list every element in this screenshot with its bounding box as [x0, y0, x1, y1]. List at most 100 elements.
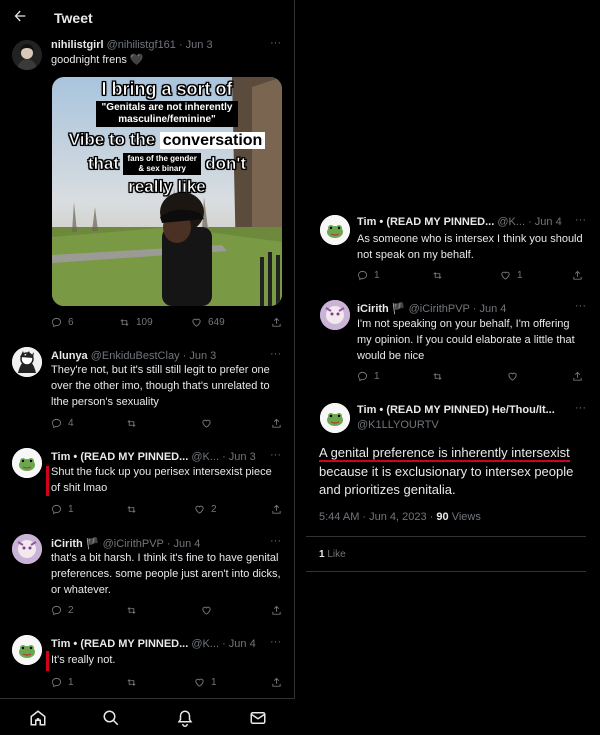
- tweet-actions: 1 2: [51, 504, 283, 518]
- tweet-text-line2: because it is exclusionary to intersex p…: [319, 464, 574, 479]
- tweet-actions: 1 1: [357, 270, 586, 284]
- like-button[interactable]: 1: [194, 677, 217, 688]
- share-button[interactable]: [271, 677, 282, 688]
- avatar[interactable]: [320, 215, 350, 245]
- meme-caption-line4b: fans of the gender: [127, 154, 197, 163]
- handle-date[interactable]: @K... · Jun 4: [497, 216, 561, 228]
- more-icon[interactable]: ···: [575, 402, 586, 414]
- avatar[interactable]: [12, 635, 42, 665]
- arrow-left-icon[interactable]: [12, 8, 28, 29]
- timestamp[interactable]: 5:44 AM · Jun 4, 2023 ·: [319, 511, 436, 523]
- more-icon[interactable]: ···: [575, 300, 586, 312]
- display-name[interactable]: Tim • (READ MY PINNED...: [51, 451, 188, 463]
- share-button[interactable]: [271, 605, 282, 616]
- display-name[interactable]: Tim • (READ MY PINNED...: [51, 638, 188, 650]
- more-icon[interactable]: ···: [270, 449, 281, 461]
- share-button[interactable]: [572, 371, 583, 382]
- flag-icon: 🏴: [85, 538, 100, 550]
- handle-date[interactable]: @K... · Jun 4: [191, 638, 255, 650]
- messages-icon[interactable]: [249, 709, 267, 727]
- meme-caption-line2b: masculine/feminine": [118, 114, 216, 125]
- share-button[interactable]: [271, 317, 282, 328]
- home-icon[interactable]: [29, 709, 47, 727]
- flag-icon: 🏴: [391, 303, 406, 315]
- handle-date[interactable]: @iCirithPVP · Jun 4: [103, 538, 201, 550]
- retweet-button[interactable]: [126, 504, 137, 515]
- reply-icon: [51, 504, 62, 515]
- tweet-actions: 2: [51, 605, 283, 619]
- tweet-text: Shut the fuck up you perisex intersexist…: [51, 466, 272, 494]
- like-button[interactable]: [201, 418, 212, 429]
- meme-caption-line3a: Vibe to the: [68, 130, 156, 150]
- like-button[interactable]: 2: [194, 504, 217, 515]
- more-icon[interactable]: ···: [575, 214, 586, 226]
- like-button[interactable]: 1: [500, 270, 523, 281]
- display-name[interactable]: Alunya: [51, 350, 88, 362]
- more-icon[interactable]: ···: [270, 348, 281, 360]
- more-icon[interactable]: ···: [270, 636, 281, 648]
- like-button[interactable]: 649: [191, 317, 225, 328]
- retweet-button[interactable]: [126, 677, 137, 688]
- reply-button[interactable]: 1: [51, 677, 74, 688]
- retweet-icon: [127, 679, 136, 686]
- display-name[interactable]: nihilistgirl: [51, 39, 104, 51]
- retweet-button[interactable]: [432, 371, 443, 382]
- reply-count: 2: [68, 605, 74, 616]
- notifications-icon[interactable]: [176, 709, 194, 727]
- share-button[interactable]: [572, 270, 583, 281]
- share-icon: [272, 677, 281, 687]
- retweet-button[interactable]: [126, 418, 137, 429]
- handle[interactable]: @K1LLYOURTV: [357, 419, 439, 431]
- reply-button[interactable]: 4: [51, 418, 74, 429]
- reply-button[interactable]: 1: [357, 270, 380, 281]
- like-button[interactable]: [201, 605, 212, 616]
- share-icon: [272, 317, 281, 327]
- more-icon[interactable]: ···: [270, 535, 281, 547]
- handle-date[interactable]: @iCirithPVP · Jun 4: [409, 303, 507, 315]
- share-button[interactable]: [271, 504, 282, 515]
- annotation-marker: [46, 466, 49, 496]
- retweet-button[interactable]: 109: [119, 317, 153, 328]
- tweet-text: I'm not speaking on your behalf, I'm off…: [357, 318, 575, 362]
- retweet-button[interactable]: [432, 270, 443, 281]
- display-name[interactable]: iCirith: [51, 538, 83, 550]
- reply-button[interactable]: 2: [51, 605, 74, 616]
- avatar[interactable]: [12, 534, 42, 564]
- likes-label: Like: [324, 549, 346, 560]
- top-bar: Tweet: [0, 0, 295, 36]
- like-count: 2: [211, 504, 217, 515]
- handle-date[interactable]: @K... · Jun 3: [191, 451, 255, 463]
- meme-caption-line5: really like: [128, 177, 206, 197]
- avatar[interactable]: [12, 40, 42, 70]
- heart-icon: [508, 372, 517, 381]
- annotation-marker: [46, 651, 49, 671]
- retweet-icon: [120, 319, 129, 326]
- search-icon[interactable]: [102, 709, 120, 727]
- tweet-meta: 5:44 AM · Jun 4, 2023 · 90 Views: [319, 511, 481, 523]
- avatar[interactable]: [320, 300, 350, 330]
- handle-date[interactable]: @nihilistgf161 · Jun 3: [107, 39, 213, 51]
- reply-button[interactable]: 6: [51, 317, 74, 328]
- divider: [306, 536, 586, 537]
- underlined-text: A genital preference is inherently inter…: [319, 445, 570, 462]
- more-icon[interactable]: ···: [270, 37, 281, 49]
- display-name[interactable]: Tim • (READ MY PINNED) He/Thou/It...: [357, 404, 555, 416]
- share-button[interactable]: [271, 418, 282, 429]
- avatar[interactable]: [12, 448, 42, 478]
- meme-caption-line2: "Genitals are not inherently masculine/f…: [52, 101, 282, 127]
- like-button[interactable]: [507, 371, 518, 382]
- reply-count: 4: [68, 418, 74, 429]
- tweet-text-line1: A genital preference is inherently inter…: [319, 444, 570, 462]
- retweet-button[interactable]: [126, 605, 137, 616]
- display-name[interactable]: Tim • (READ MY PINNED...: [357, 216, 494, 228]
- reply-button[interactable]: 1: [51, 504, 74, 515]
- reply-count: 6: [68, 317, 74, 328]
- handle-date[interactable]: @EnkiduBestClay · Jun 3: [91, 350, 217, 362]
- meme-caption-line4a: that: [87, 154, 120, 174]
- tweet-media-image[interactable]: I bring a sort of "Genitals are not inhe…: [52, 77, 282, 306]
- avatar[interactable]: [12, 347, 42, 377]
- likes-summary[interactable]: 1 Like: [319, 549, 346, 560]
- display-name[interactable]: iCirith: [357, 303, 389, 315]
- avatar[interactable]: [320, 403, 350, 433]
- reply-button[interactable]: 1: [357, 371, 380, 382]
